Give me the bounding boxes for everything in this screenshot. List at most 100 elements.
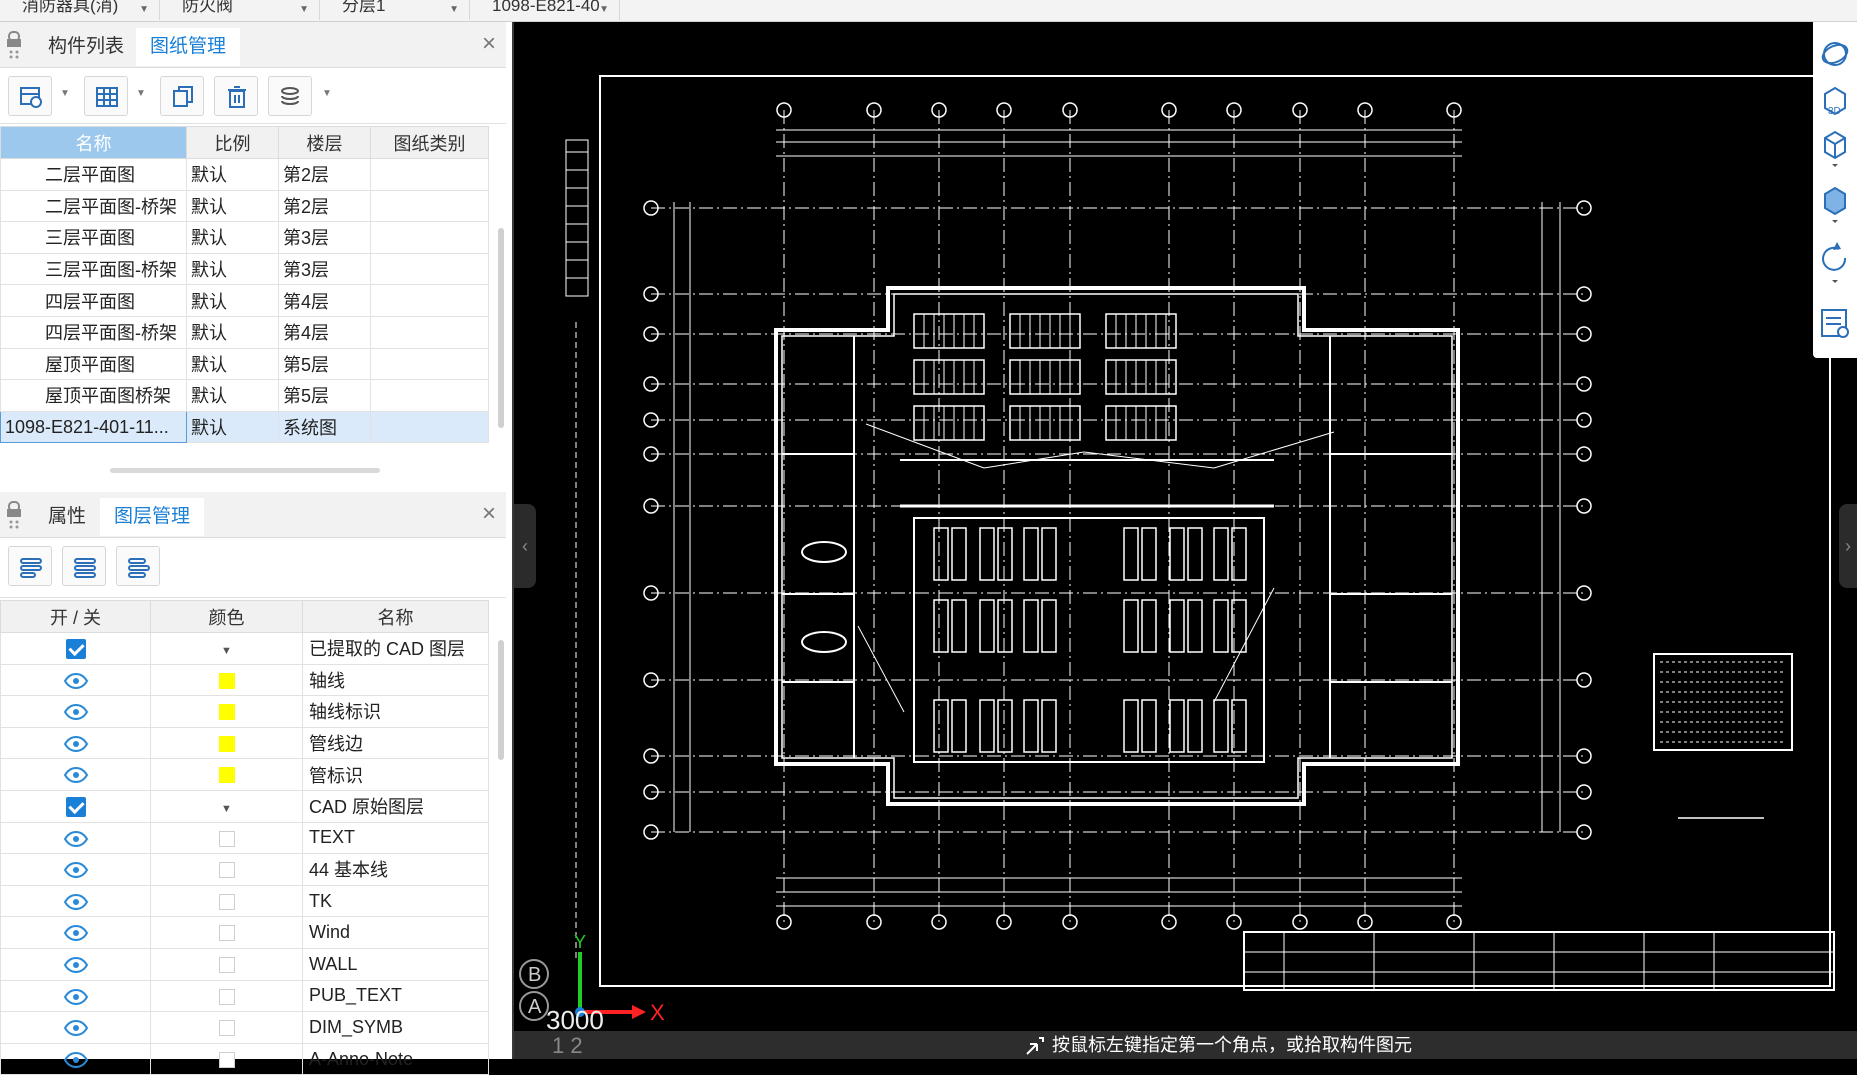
layer-row[interactable]: WALL <box>0 947 489 981</box>
desk-block <box>1169 527 1185 581</box>
layer-color-swatch[interactable] <box>218 988 235 1005</box>
expand-triangle-icon[interactable]: ▼ <box>221 803 232 815</box>
layer-row[interactable]: 管线边 <box>0 726 489 760</box>
split-drawing-button[interactable] <box>84 76 128 116</box>
rotate-icon[interactable] <box>1819 236 1851 286</box>
drawing-table-scrollbar[interactable] <box>498 228 504 428</box>
layer-row[interactable]: ▼ CAD 原始图层 <box>0 789 489 823</box>
table-row[interactable]: 三层平面图-桥架 默认 第3层 <box>0 252 489 286</box>
layer-table-scrollbar[interactable] <box>498 640 504 760</box>
collapse-right-handle[interactable]: › <box>1839 504 1857 588</box>
eye-icon[interactable] <box>63 893 88 910</box>
eye-icon[interactable] <box>63 767 88 784</box>
component-subtype-dropdown[interactable]: 防火阀 ▼ <box>160 0 320 20</box>
eye-icon[interactable] <box>63 862 88 879</box>
close-icon[interactable]: × <box>482 30 496 58</box>
tab-properties[interactable]: 属性 <box>34 498 100 536</box>
layer-color-swatch[interactable] <box>218 1020 235 1037</box>
eye-icon[interactable] <box>63 988 88 1005</box>
layer-stack-button[interactable] <box>268 76 312 116</box>
layer-color-swatch[interactable] <box>218 862 235 879</box>
tab-drawing-management[interactable]: 图纸管理 <box>136 28 241 66</box>
add-drawing-icon <box>20 87 42 108</box>
column-header-scale[interactable]: 比例 <box>186 126 279 159</box>
layer-group-dropdown[interactable]: 分层1 ▼ <box>320 0 470 20</box>
tab-layer-management[interactable]: 图层管理 <box>100 498 205 536</box>
desk-block <box>1023 527 1039 581</box>
view-3d-icon[interactable]: 3D <box>1819 84 1851 120</box>
collapse-left-handle[interactable]: ‹ <box>514 504 536 588</box>
layer-row[interactable]: TEXT <box>0 821 489 855</box>
table-row[interactable]: 四层平面图-桥架 默认 第4层 <box>0 315 489 349</box>
layer-row[interactable]: 轴线标识 <box>0 695 489 728</box>
layer-color-swatch[interactable] <box>218 704 235 721</box>
column-header-color[interactable]: 颜色 <box>150 600 303 633</box>
column-header-category[interactable]: 图纸类别 <box>370 126 489 159</box>
expand-triangle-icon[interactable]: ▼ <box>221 645 232 657</box>
layer-row[interactable]: DIM_SYMB <box>0 1011 489 1044</box>
table-row[interactable]: 二层平面图 默认 第2层 <box>0 158 489 191</box>
hide-layers-button[interactable] <box>62 546 106 586</box>
chevron-down-icon[interactable]: ▼ <box>136 88 146 99</box>
table-row[interactable]: 屋顶平面图桥架 默认 第5层 <box>0 379 489 412</box>
eye-icon[interactable] <box>63 1020 88 1037</box>
eye-icon[interactable] <box>63 956 88 973</box>
table-row[interactable]: 二层平面图-桥架 默认 第2层 <box>0 189 489 223</box>
eye-icon[interactable] <box>63 830 88 847</box>
column-header-toggle[interactable]: 开 / 关 <box>0 600 151 633</box>
lock-icon[interactable] <box>6 500 22 530</box>
orbit-icon[interactable] <box>1819 38 1851 70</box>
layer-row[interactable]: Wind <box>0 916 489 949</box>
invert-layers-button[interactable] <box>116 546 160 586</box>
eye-icon[interactable] <box>63 1051 88 1068</box>
tab-component-list[interactable]: 构件列表 <box>34 28 138 66</box>
drawing-floor: 第2层 <box>278 189 371 223</box>
delete-drawing-button[interactable] <box>214 76 258 116</box>
view-cube-icon[interactable] <box>1819 128 1851 168</box>
layer-name: 44 基本线 <box>302 853 489 886</box>
table-row-selected[interactable]: 1098-E821-401-11... 默认 系统图 <box>0 410 489 444</box>
layer-color-swatch[interactable] <box>218 830 235 847</box>
add-drawing-button[interactable] <box>8 76 52 116</box>
layer-color-swatch[interactable] <box>218 672 235 689</box>
eye-icon[interactable] <box>63 735 88 752</box>
cad-canvas[interactable]: X Y BA <box>514 22 1857 1031</box>
column-header-floor[interactable]: 楼层 <box>278 126 371 159</box>
copy-drawing-button[interactable] <box>160 76 204 116</box>
layer-group-checkbox[interactable] <box>65 796 86 817</box>
column-header-layer-name[interactable]: 名称 <box>302 600 489 633</box>
layer-row[interactable]: ▼ 已提取的 CAD 图层 <box>0 632 489 665</box>
drawing-dropdown[interactable]: 1098-E821-40 ▼ <box>470 0 620 20</box>
eye-icon[interactable] <box>63 925 88 942</box>
table-row[interactable]: 三层平面图 默认 第3层 <box>0 221 489 254</box>
show-all-layers-button[interactable] <box>8 546 52 586</box>
layer-color-swatch[interactable] <box>218 767 235 784</box>
lock-icon[interactable] <box>6 30 22 60</box>
chevron-down-icon[interactable]: ▼ <box>322 88 332 99</box>
layer-color-swatch[interactable] <box>218 925 235 942</box>
layer-group-checkbox[interactable] <box>65 638 86 659</box>
layer-color-swatch[interactable] <box>218 956 235 973</box>
chevron-down-icon[interactable]: ▼ <box>60 88 70 99</box>
layer-name: DIM_SYMB <box>302 1011 489 1044</box>
drawing-table-hscrollbar[interactable] <box>110 468 380 473</box>
layer-color-swatch[interactable] <box>218 1051 235 1068</box>
view-solid-icon[interactable] <box>1819 184 1851 224</box>
layer-row[interactable]: 管标识 <box>0 758 489 791</box>
layer-row[interactable]: PUB_TEXT <box>0 979 489 1013</box>
column-header-name[interactable]: 名称 <box>0 126 187 159</box>
layer-row[interactable]: A-Anno-Note <box>0 1042 489 1075</box>
layer-row[interactable]: TK <box>0 884 489 918</box>
layer-list-icon[interactable] <box>1819 306 1851 342</box>
eye-icon[interactable] <box>63 672 88 689</box>
layer-row[interactable]: 轴线 <box>0 663 489 697</box>
table-row[interactable]: 四层平面图 默认 第4层 <box>0 284 489 317</box>
close-icon[interactable]: × <box>482 500 496 528</box>
component-type-dropdown[interactable]: 消防器具(消) ▼ <box>0 0 160 20</box>
eye-icon[interactable] <box>63 704 88 721</box>
layer-row[interactable]: 44 基本线 <box>0 853 489 886</box>
layer-color-swatch[interactable] <box>218 735 235 752</box>
layer-toggle-cell <box>0 789 151 823</box>
layer-color-swatch[interactable] <box>218 893 235 910</box>
table-row[interactable]: 屋顶平面图 默认 第5层 <box>0 347 489 381</box>
